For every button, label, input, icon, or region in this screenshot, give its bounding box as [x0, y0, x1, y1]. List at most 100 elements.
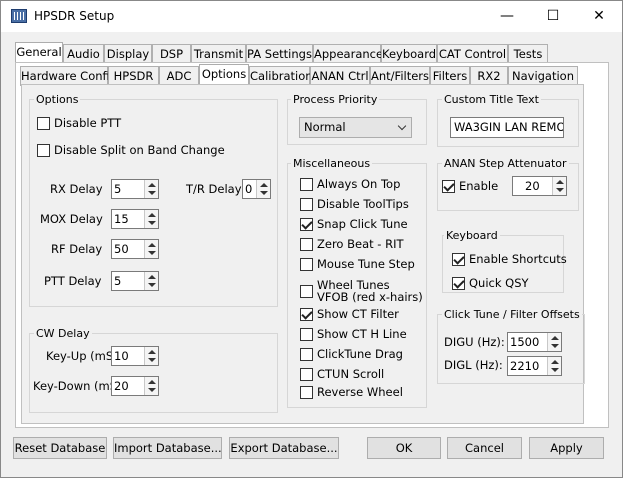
ptt-delay-value: 5 [114, 274, 122, 288]
anan-step-enable-checkbox[interactable] [442, 180, 455, 193]
misc-group-title: Miscellaneous [291, 157, 373, 170]
tab-cat-control[interactable]: CAT Control [437, 44, 508, 64]
tab-options[interactable]: Options [199, 64, 249, 84]
tab-hpsdr[interactable]: HPSDR [108, 66, 159, 86]
rx-delay-value: 5 [114, 182, 122, 196]
ctun-scroll-checkbox[interactable] [300, 368, 313, 381]
export-database-button[interactable]: Export Database... [229, 437, 339, 459]
digl-label: DIGL (Hz): [444, 358, 503, 372]
tab-ant-filters[interactable]: Ant/Filters [370, 66, 430, 86]
maximize-button[interactable]: ☐ [530, 1, 576, 32]
custom-title-input[interactable]: WA3GIN LAN REMOTE [450, 117, 564, 138]
tab-dsp[interactable]: DSP [152, 44, 191, 64]
tab-calibration[interactable]: Calibration [249, 66, 313, 86]
click-tune-group-title: Click Tune / Filter Offsets [442, 308, 582, 321]
digl-value: 2210 [510, 359, 540, 373]
ptt-delay-stepper[interactable]: 5 [111, 271, 159, 291]
rf-delay-value: 50 [114, 242, 129, 256]
cw-delay-group [29, 333, 278, 413]
key-up-stepper[interactable]: 10 [111, 346, 159, 366]
mox-delay-stepper[interactable]: 15 [111, 209, 159, 229]
key-down-label: Key-Down (mS) [33, 379, 122, 393]
tr-delay-label: T/R Delay [186, 182, 242, 196]
wheel-tunes-label-line2: VFOB (red x-hairs) [317, 290, 423, 304]
process-priority-value: Normal [304, 120, 346, 134]
mox-delay-label: MOX Delay [40, 212, 103, 226]
quick-qsy-label: Quick QSY [469, 276, 529, 290]
process-priority-select[interactable]: Normal [299, 117, 412, 138]
window-title: HPSDR Setup [34, 9, 115, 23]
tab-rx2[interactable]: RX2 [470, 66, 508, 86]
tab-appearance[interactable]: Appearance [313, 44, 383, 64]
reverse-wheel-checkbox[interactable] [300, 386, 313, 399]
tab-filters[interactable]: Filters [430, 66, 470, 86]
zero-beat-rit-checkbox[interactable] [300, 238, 313, 251]
digl-stepper[interactable]: 2210 [507, 356, 562, 376]
tab-transmit[interactable]: Transmit [191, 44, 246, 64]
rx-delay-label: RX Delay [50, 182, 103, 196]
disable-ptt-label: Disable PTT [54, 116, 122, 130]
wheel-tunes-checkbox[interactable] [300, 285, 313, 298]
tab-navigation[interactable]: Navigation [508, 66, 578, 86]
anan-step-enable-label: Enable [459, 179, 499, 193]
tab-tests[interactable]: Tests [508, 44, 548, 64]
show-ct-filter-checkbox[interactable] [300, 308, 313, 321]
tab-display[interactable]: Display [104, 44, 152, 64]
enable-shortcuts-label: Enable Shortcuts [469, 252, 567, 266]
key-down-stepper[interactable]: 20 [111, 376, 159, 396]
always-on-top-label: Always On Top [317, 177, 401, 191]
enable-shortcuts-checkbox[interactable] [452, 253, 465, 266]
mox-delay-value: 15 [114, 212, 129, 226]
digu-value: 1500 [510, 335, 540, 349]
rx-delay-stepper[interactable]: 5 [111, 179, 159, 199]
disable-split-checkbox[interactable] [37, 144, 50, 157]
show-ct-h-line-label: Show CT H Line [317, 327, 407, 341]
disable-tooltips-checkbox[interactable] [300, 198, 313, 211]
setup-window: HPSDR Setup — ☐ ✕ General Audio Display … [0, 0, 623, 478]
custom-title-group-title: Custom Title Text [442, 93, 541, 106]
reverse-wheel-label: Reverse Wheel [317, 385, 403, 399]
tr-delay-value: 0 [245, 182, 253, 196]
snap-click-tune-label: Snap Click Tune [317, 217, 408, 231]
tab-keyboard[interactable]: Keyboard [381, 44, 437, 64]
reset-database-button[interactable]: Reset Database [13, 437, 107, 459]
tr-delay-stepper[interactable]: 0 [242, 179, 271, 199]
tab-audio[interactable]: Audio [63, 44, 104, 64]
apply-button[interactable]: Apply [529, 437, 604, 459]
tab-adc[interactable]: ADC [159, 66, 199, 86]
show-ct-filter-label: Show CT Filter [317, 307, 399, 321]
mouse-tune-step-label: Mouse Tune Step [317, 257, 415, 271]
quick-qsy-checkbox[interactable] [452, 277, 465, 290]
tab-pa-settings[interactable]: PA Settings [246, 44, 313, 64]
disable-tooltips-label: Disable ToolTips [317, 197, 409, 211]
anan-step-group-title: ANAN Step Attenuator [442, 157, 569, 170]
close-button[interactable]: ✕ [576, 1, 622, 32]
anan-step-value: 20 [525, 179, 540, 193]
ok-button[interactable]: OK [367, 437, 441, 459]
tab-general[interactable]: General [15, 42, 63, 62]
tab-anan-ctrl[interactable]: ANAN Ctrl [310, 66, 370, 86]
digu-label: DIGU (Hz): [444, 335, 505, 349]
ctun-scroll-label: CTUN Scroll [317, 367, 385, 381]
import-database-button[interactable]: Import Database... [113, 437, 222, 459]
cancel-button[interactable]: Cancel [447, 437, 522, 459]
cw-delay-group-title: CW Delay [34, 327, 92, 340]
tab-hardware-config[interactable]: Hardware Config [20, 66, 117, 86]
anan-step-stepper[interactable]: 20 [512, 176, 567, 196]
mouse-tune-step-checkbox[interactable] [300, 258, 313, 271]
rf-delay-stepper[interactable]: 50 [111, 239, 159, 259]
snap-click-tune-checkbox[interactable] [300, 218, 313, 231]
ptt-delay-label: PTT Delay [44, 274, 102, 288]
title-bar: HPSDR Setup — ☐ ✕ [1, 1, 622, 32]
always-on-top-checkbox[interactable] [300, 178, 313, 191]
zero-beat-rit-label: Zero Beat - RIT [317, 237, 404, 251]
chevron-down-icon [397, 121, 407, 131]
key-up-label: Key-Up (mS) [46, 349, 118, 363]
show-ct-h-line-checkbox[interactable] [300, 328, 313, 341]
disable-ptt-checkbox[interactable] [37, 117, 50, 130]
app-icon [11, 9, 27, 23]
clicktune-drag-checkbox[interactable] [300, 348, 313, 361]
minimize-button[interactable]: — [484, 1, 530, 32]
process-priority-title: Process Priority [291, 93, 380, 106]
digu-stepper[interactable]: 1500 [507, 332, 562, 352]
